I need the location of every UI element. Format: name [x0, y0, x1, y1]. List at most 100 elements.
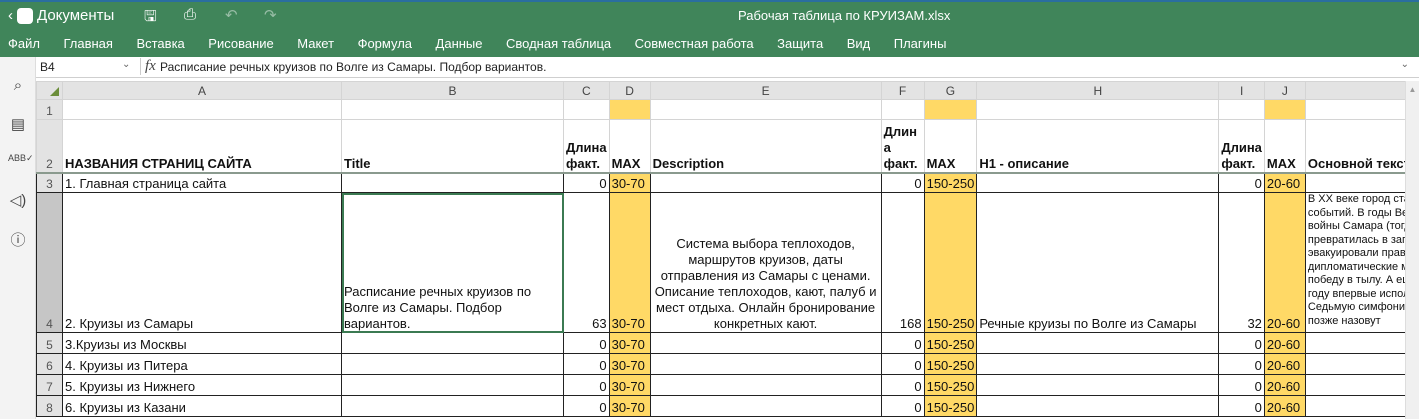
cell[interactable]	[976, 172, 1220, 193]
cell[interactable]: 20-60	[1263, 374, 1306, 396]
cell[interactable]: 0	[563, 374, 610, 396]
row-header[interactable]: 8	[36, 395, 63, 417]
cell[interactable]	[1304, 172, 1418, 193]
comment-icon[interactable]: ▤	[8, 115, 28, 133]
scroll-up-icon[interactable]: ▲	[1406, 85, 1419, 94]
print-icon[interactable]: ⎙	[184, 6, 196, 23]
redo-icon[interactable]: ↷	[264, 6, 277, 24]
cell[interactable]: 150-250	[923, 192, 978, 333]
cell[interactable]	[341, 374, 564, 396]
cell[interactable]: 168	[880, 192, 925, 333]
cell-reference-box[interactable]: B4	[40, 60, 55, 74]
cell[interactable]	[341, 99, 564, 120]
cell[interactable]: 0	[1218, 353, 1265, 375]
cell[interactable]	[976, 99, 1220, 120]
cell[interactable]	[1263, 99, 1306, 120]
cell[interactable]: 3.Круизы из Москвы	[62, 332, 342, 354]
row-header[interactable]: 7	[36, 374, 63, 396]
search-icon[interactable]: ⌕	[8, 77, 28, 94]
cell[interactable]: Длина факт.	[1218, 119, 1265, 174]
cell[interactable]: Основной текст	[1304, 119, 1418, 174]
cell[interactable]: 0	[1218, 172, 1265, 193]
feedback-icon[interactable]: ◁)	[8, 191, 28, 209]
menu-item[interactable]: Вставка	[136, 36, 184, 51]
cell[interactable]	[62, 99, 342, 120]
cell[interactable]	[976, 353, 1220, 375]
row-header[interactable]: 4	[36, 192, 63, 333]
cell[interactable]: MAX	[1263, 119, 1306, 174]
cell[interactable]: Система выбора теплоходов, маршрутов кру…	[649, 192, 882, 333]
column-header[interactable]: G	[923, 81, 978, 100]
formula-input[interactable]: Расписание речных круизов по Волге из Са…	[160, 60, 546, 74]
back-to-documents-button[interactable]: ‹ Документы	[8, 7, 114, 24]
cell[interactable]: 6. Круизы из Казани	[62, 395, 342, 417]
cell[interactable]: 30-70	[608, 353, 651, 375]
cell[interactable]: 20-60	[1263, 395, 1306, 417]
cell[interactable]	[976, 395, 1220, 417]
cell[interactable]: 0	[1218, 374, 1265, 396]
column-header[interactable]: J	[1263, 81, 1306, 100]
cell[interactable]: H1 - описание	[976, 119, 1220, 174]
cell[interactable]: 2. Круизы из Самары	[62, 192, 342, 333]
cell[interactable]	[976, 374, 1220, 396]
menu-item[interactable]: Защита	[777, 36, 823, 51]
cell[interactable]: Речные круизы по Волге из Самары	[976, 192, 1220, 333]
spellcheck-icon[interactable]: ABB✓	[8, 153, 34, 164]
cell[interactable]: НАЗВАНИЯ СТРАНИЦ САЙТА	[62, 119, 342, 174]
cell[interactable]	[649, 395, 882, 417]
cell[interactable]: 32	[1218, 192, 1265, 333]
cell[interactable]: 0	[880, 332, 925, 354]
column-header[interactable]: C	[563, 81, 610, 100]
cell[interactable]: 150-250	[923, 172, 978, 193]
cell[interactable]: 0	[880, 353, 925, 375]
row-header[interactable]: 3	[36, 172, 63, 193]
cell[interactable]: 20-60	[1263, 192, 1306, 333]
cell[interactable]	[1218, 99, 1265, 120]
cell[interactable]: 0	[563, 395, 610, 417]
info-icon[interactable]: ⓘ	[8, 229, 28, 250]
cell[interactable]: 30-70	[608, 374, 651, 396]
cell[interactable]: 150-250	[923, 395, 978, 417]
cell[interactable]	[1304, 99, 1418, 120]
cell[interactable]: 30-70	[608, 192, 651, 333]
cell[interactable]: 63	[563, 192, 610, 333]
cell[interactable]: 0	[563, 353, 610, 375]
menu-item[interactable]: Главная	[63, 36, 112, 51]
cell[interactable]: 0	[880, 172, 925, 193]
cell[interactable]	[649, 332, 882, 354]
cell[interactable]: 150-250	[923, 374, 978, 396]
cell[interactable]: Длина факт.	[563, 119, 610, 174]
cell[interactable]: 0	[563, 172, 610, 193]
cell[interactable]: Title	[341, 119, 564, 174]
cell[interactable]	[341, 353, 564, 375]
cell[interactable]	[649, 172, 882, 193]
menu-item[interactable]: Рисование	[208, 36, 273, 51]
vertical-scrollbar[interactable]: ▲	[1405, 81, 1419, 419]
cell[interactable]: Длин а факт.	[880, 119, 925, 174]
cell[interactable]: MAX	[608, 119, 651, 174]
row-header[interactable]: 5	[36, 332, 63, 354]
spreadsheet-grid[interactable]: A B C D E F G H I J 1 2 НАЗВАНИЯ СТРАНИЦ САЙТА Title Д…	[36, 81, 1418, 417]
column-header[interactable]: E	[649, 81, 882, 100]
cell[interactable]: 20-60	[1263, 332, 1306, 354]
cell[interactable]: 20-60	[1263, 172, 1306, 193]
cell[interactable]	[1304, 395, 1418, 417]
cell[interactable]: Description	[649, 119, 882, 174]
column-header[interactable]: A	[62, 81, 342, 100]
column-header[interactable]: H	[976, 81, 1220, 100]
column-header[interactable]: F	[880, 81, 925, 100]
cell[interactable]	[1304, 374, 1418, 396]
menu-item[interactable]: Совместная работа	[635, 36, 754, 51]
menu-item[interactable]: Плагины	[894, 36, 947, 51]
cell[interactable]	[1304, 332, 1418, 354]
row-header[interactable]: 2	[36, 119, 63, 174]
menu-item[interactable]: Вид	[847, 36, 871, 51]
cell[interactable]: Расписание речных круизов по Волге из Са…	[341, 192, 564, 333]
cell[interactable]	[341, 172, 564, 193]
cell[interactable]	[608, 99, 651, 120]
cell[interactable]	[976, 332, 1220, 354]
column-header[interactable]: B	[341, 81, 564, 100]
cell[interactable]: 150-250	[923, 332, 978, 354]
column-header[interactable]	[1304, 81, 1418, 100]
cell[interactable]: 0	[1218, 395, 1265, 417]
